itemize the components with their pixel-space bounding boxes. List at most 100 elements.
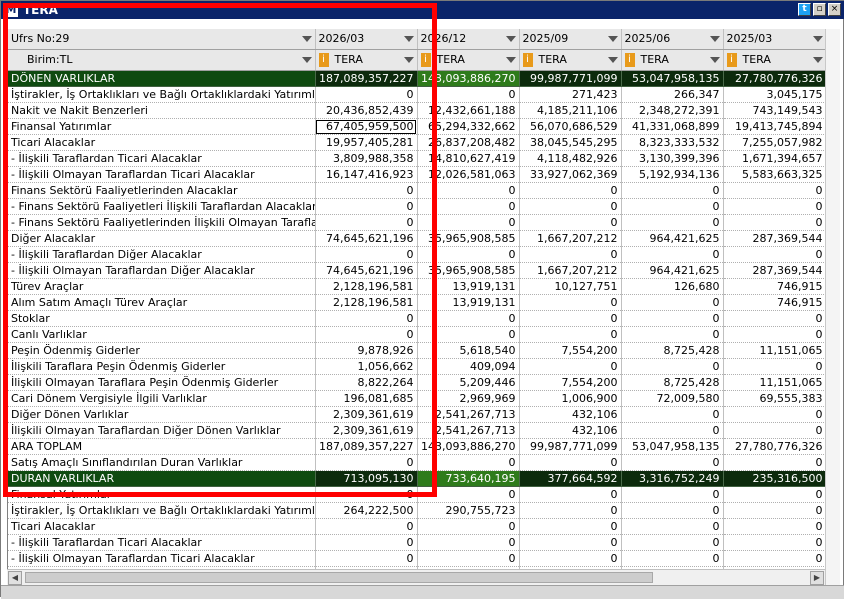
- table-row[interactable]: Finansal Yatırımlar 67,405,959,500 65,294,…: [8, 118, 826, 135]
- value-cell[interactable]: 0: [621, 246, 724, 263]
- value-cell[interactable]: 0: [723, 518, 826, 535]
- value-cell[interactable]: 3,130,399,396: [621, 150, 724, 167]
- value-cell[interactable]: 0: [417, 454, 520, 471]
- table-row[interactable]: Peşin Ödenmiş Giderler 9,878,926 5,618,540…: [8, 342, 826, 359]
- row-label[interactable]: Cari Dönem Vergisiyle İlgili Varlıklar: [8, 390, 316, 407]
- value-cell[interactable]: 271,423: [519, 86, 622, 103]
- row-label[interactable]: Ticari Alacaklar: [8, 518, 316, 535]
- value-cell[interactable]: 0: [417, 550, 520, 567]
- value-cell[interactable]: 0: [519, 182, 622, 199]
- section-row[interactable]: DURAN VARLIKLAR 713,095,130 733,640,195 377…: [8, 470, 826, 487]
- value-cell[interactable]: 0: [723, 246, 826, 263]
- horizontal-scrollbar[interactable]: ◀ ▶: [7, 569, 825, 586]
- value-cell[interactable]: 0: [315, 550, 418, 567]
- table-row[interactable]: - İlişkili Olmayan Taraflardan Ticari Al…: [8, 550, 826, 567]
- value-cell[interactable]: 12,026,581,063: [417, 166, 520, 183]
- table-row[interactable]: Diğer Dönen Varlıklar 2,309,361,619 2,541,…: [8, 406, 826, 423]
- row-label[interactable]: - İlişkili Olmayan Taraflardan Ticari Al…: [8, 166, 316, 183]
- value-cell[interactable]: 3,045,175: [723, 86, 826, 103]
- value-cell[interactable]: 7,554,200: [519, 342, 622, 359]
- row-label[interactable]: Nakit ve Nakit Benzerleri: [8, 102, 316, 119]
- table-row[interactable]: Alım Satım Amaçlı Türev Araçlar 2,128,196…: [8, 294, 826, 311]
- value-cell[interactable]: 0: [723, 310, 826, 327]
- value-cell[interactable]: 0: [417, 246, 520, 263]
- value-cell[interactable]: 13,919,131: [417, 294, 520, 311]
- row-label[interactable]: Finansal Yatırımlar: [8, 486, 316, 503]
- value-cell[interactable]: 0: [315, 534, 418, 551]
- table-row[interactable]: ARA TOPLAM 187,089,357,227 143,093,886,270…: [8, 438, 826, 455]
- value-cell[interactable]: 8,323,333,532: [621, 134, 724, 151]
- value-cell[interactable]: 377,664,592: [519, 470, 622, 487]
- value-cell[interactable]: 0: [723, 182, 826, 199]
- value-cell[interactable]: 9,878,926: [315, 342, 418, 359]
- value-cell[interactable]: 0: [621, 406, 724, 423]
- value-cell[interactable]: 12,432,661,188: [417, 102, 520, 119]
- value-cell[interactable]: 1,006,900: [519, 390, 622, 407]
- table-row[interactable]: Satış Amaçlı Sınıflandırılan Duran Varlı…: [8, 454, 826, 471]
- row-label[interactable]: İlişkili Olmayan Taraflara Peşin Ödenmiş…: [8, 374, 316, 391]
- value-cell[interactable]: 8,822,264: [315, 374, 418, 391]
- chevron-down-icon[interactable]: [607, 57, 618, 63]
- value-cell[interactable]: 5,618,540: [417, 342, 520, 359]
- table-row[interactable]: Nakit ve Nakit Benzerleri 20,436,852,439 1…: [8, 102, 826, 119]
- value-cell[interactable]: 0: [621, 310, 724, 327]
- value-cell[interactable]: 99,987,771,099: [519, 438, 622, 455]
- row-label[interactable]: Diğer Alacaklar: [8, 230, 316, 247]
- value-cell[interactable]: 0: [417, 214, 520, 231]
- period-selector[interactable]: 2025/09: [519, 29, 622, 50]
- value-cell[interactable]: 0: [519, 550, 622, 567]
- row-label[interactable]: İlişkili Olmayan Taraflardan Diğer Dönen…: [8, 422, 316, 439]
- value-cell[interactable]: 432,106: [519, 406, 622, 423]
- row-label[interactable]: - Finans Sektörü Faaliyetleri İlişkili T…: [8, 198, 316, 215]
- value-cell[interactable]: 0: [621, 486, 724, 503]
- chevron-down-icon[interactable]: [709, 36, 720, 42]
- row-label[interactable]: Stoklar: [8, 310, 316, 327]
- value-cell[interactable]: 0: [417, 198, 520, 215]
- row-label[interactable]: - İlişkili Olmayan Taraflardan Ticari Al…: [8, 550, 316, 567]
- value-cell[interactable]: 8,725,428: [621, 374, 724, 391]
- value-cell[interactable]: 0: [621, 502, 724, 519]
- value-cell[interactable]: 7,554,200: [519, 374, 622, 391]
- table-row[interactable]: Türev Araçlar 2,128,196,581 13,919,131 10,1…: [8, 278, 826, 295]
- period-selector[interactable]: 2025/06: [621, 29, 724, 50]
- value-cell[interactable]: 746,915: [723, 278, 826, 295]
- value-cell[interactable]: 266,347: [621, 86, 724, 103]
- table-row[interactable]: Finans Sektörü Faaliyetlerinden Alacakla…: [8, 182, 826, 199]
- period-selector[interactable]: 2025/03: [723, 29, 826, 50]
- value-cell[interactable]: 1,056,662: [315, 358, 418, 375]
- chevron-down-icon[interactable]: [505, 36, 516, 42]
- vertical-scroll-area[interactable]: [825, 29, 840, 585]
- value-cell[interactable]: 74,645,621,196: [315, 230, 418, 247]
- table-row[interactable]: - İlişkili Olmayan Taraflardan Diğer Ala…: [8, 262, 826, 279]
- value-cell[interactable]: 235,316,500: [723, 470, 826, 487]
- table-row[interactable]: Ticari Alacaklar 19,957,405,281 26,837,208…: [8, 134, 826, 151]
- chevron-down-icon[interactable]: [403, 36, 414, 42]
- table-row[interactable]: Stoklar 0 0 0 0 0: [8, 310, 826, 327]
- value-cell[interactable]: 0: [723, 326, 826, 343]
- row-label[interactable]: Alım Satım Amaçlı Türev Araçlar: [8, 294, 316, 311]
- value-cell[interactable]: 2,128,196,581: [315, 278, 418, 295]
- table-row[interactable]: Canlı Varlıklar 0 0 0 0 0: [8, 326, 826, 343]
- row-label[interactable]: - İlişkili Taraflardan Ticari Alacaklar: [8, 534, 316, 551]
- table-row[interactable]: Cari Dönem Vergisiyle İlgili Varlıklar 19…: [8, 390, 826, 407]
- value-cell[interactable]: 0: [519, 486, 622, 503]
- value-cell[interactable]: 0: [417, 326, 520, 343]
- value-cell[interactable]: 287,369,544: [723, 230, 826, 247]
- value-cell[interactable]: 3,809,988,358: [315, 150, 418, 167]
- value-cell[interactable]: 126,680: [621, 278, 724, 295]
- value-cell[interactable]: 35,965,908,585: [417, 262, 520, 279]
- row-label[interactable]: Finansal Yatırımlar: [8, 118, 316, 135]
- value-cell[interactable]: 0: [723, 214, 826, 231]
- table-row[interactable]: - İlişkili Olmayan Taraflardan Ticari Al…: [8, 166, 826, 183]
- table-row[interactable]: - Finans Sektörü Faaliyetlerinden İlişki…: [8, 214, 826, 231]
- period-selector[interactable]: 2026/03: [315, 29, 418, 50]
- close-button[interactable]: ×: [828, 3, 841, 16]
- row-label[interactable]: Türev Araçlar: [8, 278, 316, 295]
- table-row[interactable]: - İlişkili Taraflardan Diğer Alacaklar 0 0…: [8, 246, 826, 263]
- value-cell[interactable]: 0: [621, 214, 724, 231]
- value-cell[interactable]: 733,640,195: [417, 470, 520, 487]
- value-cell[interactable]: 27,780,776,326: [723, 70, 826, 87]
- table-row[interactable]: - İlişkili Taraflardan Ticari Alacaklar 0…: [8, 534, 826, 551]
- row-label[interactable]: Peşin Ödenmiş Giderler: [8, 342, 316, 359]
- value-cell[interactable]: 964,421,625: [621, 230, 724, 247]
